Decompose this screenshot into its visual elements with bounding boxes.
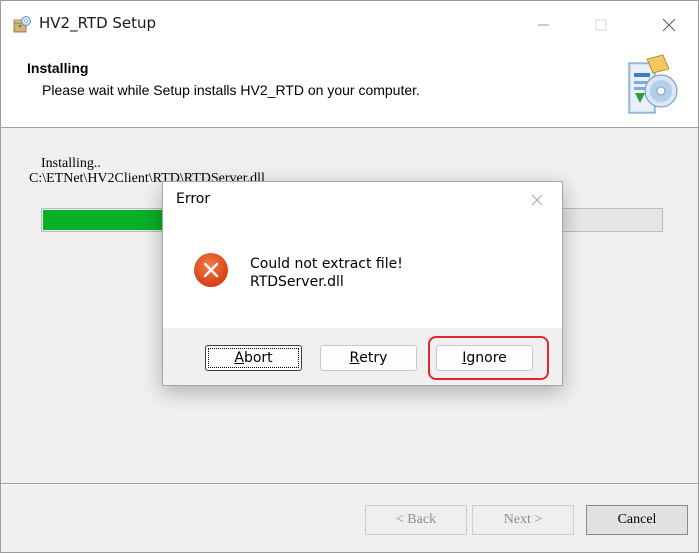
- back-button: < Back: [365, 505, 467, 535]
- abort-button[interactable]: Abort: [205, 345, 302, 371]
- cancel-button[interactable]: Cancel: [586, 505, 688, 535]
- installer-cd-icon: [628, 54, 678, 114]
- abort-accelerator: A: [234, 350, 244, 366]
- ignore-highlight-annotation: [428, 336, 549, 380]
- page-title: Installing: [27, 60, 89, 76]
- next-button: Next >: [472, 505, 574, 535]
- minimize-button[interactable]: [514, 1, 572, 49]
- window-title: HV2_RTD Setup: [39, 14, 157, 32]
- footer-divider-highlight: [1, 484, 698, 485]
- status-label: Installing..: [41, 156, 101, 171]
- page-subtitle: Please wait while Setup installs HV2_RTD…: [42, 82, 420, 98]
- retry-accelerator: R: [349, 350, 360, 366]
- setup-window: HV2_RTD Setup Installing Please wait whi…: [0, 0, 699, 553]
- close-button[interactable]: [639, 1, 697, 49]
- setup-box-icon: [13, 16, 31, 33]
- retry-button[interactable]: Retry: [320, 345, 417, 371]
- title-bar: HV2_RTD Setup: [1, 1, 698, 49]
- error-x-icon: [194, 253, 228, 287]
- error-filename: RTDServer.dll: [250, 274, 344, 290]
- dialog-close-button[interactable]: [523, 187, 551, 213]
- dialog-title-bar: Error: [163, 182, 562, 218]
- error-message: Could not extract file!: [250, 256, 403, 272]
- dialog-title: Error: [176, 191, 211, 207]
- maximize-button: [572, 1, 630, 49]
- maximize-icon: [595, 19, 607, 31]
- minimize-icon: [538, 24, 549, 26]
- retry-label: etry: [359, 350, 388, 366]
- dialog-content: Could not extract file! RTDServer.dll: [163, 218, 562, 328]
- abort-label: bort: [243, 350, 273, 366]
- header-band: Installing Please wait while Setup insta…: [1, 49, 698, 128]
- close-icon: [662, 18, 676, 32]
- close-icon: [531, 194, 543, 206]
